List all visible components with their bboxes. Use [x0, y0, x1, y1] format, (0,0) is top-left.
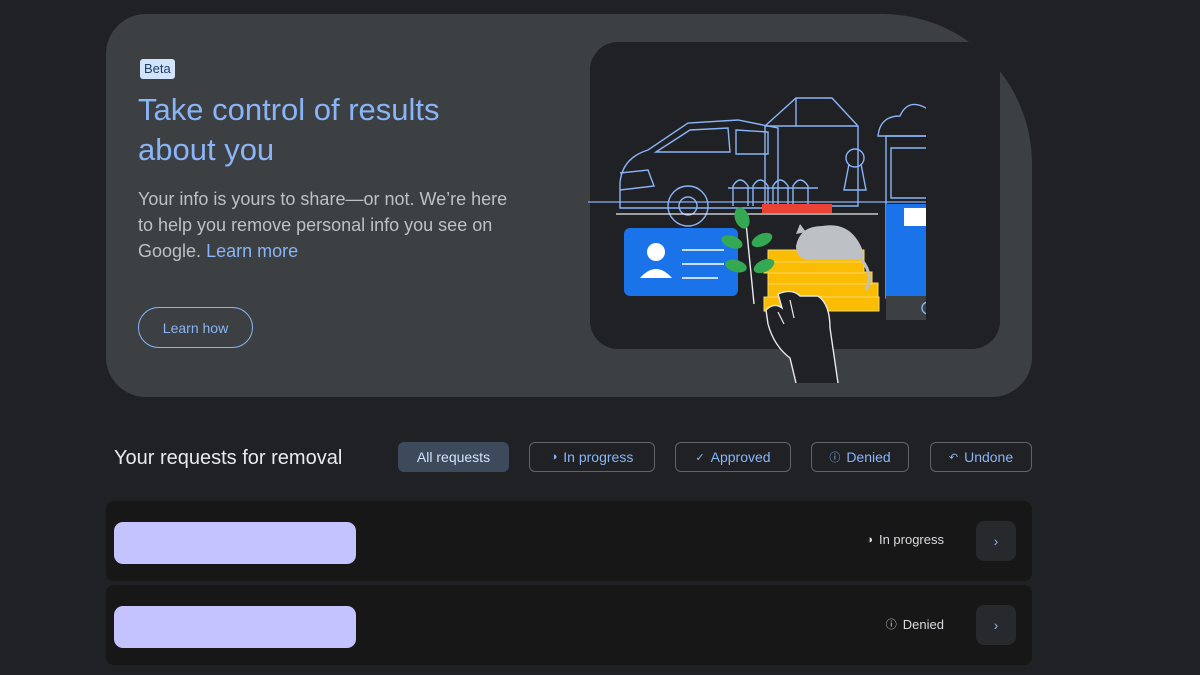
- redacted-url: [114, 522, 356, 564]
- request-row[interactable]: ◑ In progress ›: [106, 501, 1032, 581]
- status-badge: ⓘ Denied: [886, 616, 944, 632]
- learn-how-button[interactable]: Learn how: [138, 307, 253, 348]
- open-request-button[interactable]: ›: [976, 521, 1016, 561]
- filter-label: Denied: [846, 449, 891, 465]
- learn-more-link[interactable]: Learn more: [206, 241, 298, 261]
- check-icon: ✓: [695, 451, 705, 464]
- request-row[interactable]: ⓘ Denied ›: [106, 585, 1032, 665]
- beta-badge: Beta: [140, 59, 175, 79]
- filter-denied[interactable]: ⓘ Denied: [811, 442, 909, 472]
- denied-icon: ⓘ: [885, 619, 897, 631]
- hero-title: Take control of results about you: [138, 92, 440, 167]
- filter-label: All requests: [416, 449, 491, 465]
- in-progress-icon: ◑: [866, 533, 873, 546]
- status-label: Denied: [902, 616, 944, 632]
- hero-description: Your info is yours to share—or not. We’r…: [138, 186, 518, 264]
- status-label: In progress: [878, 532, 944, 547]
- filter-approved[interactable]: ✓ Approved: [675, 442, 791, 472]
- redacted-url: [114, 606, 356, 648]
- filter-all-requests[interactable]: All requests: [398, 442, 509, 472]
- in-progress-icon: ◑: [550, 451, 558, 463]
- status-badge: ◑ In progress: [866, 532, 944, 547]
- filter-label: In progress: [563, 449, 634, 465]
- filter-label: Undone: [964, 449, 1014, 465]
- open-request-button[interactable]: ›: [976, 605, 1016, 645]
- filter-undone[interactable]: ↶ Undone: [930, 442, 1032, 472]
- hero-description-text: Your info is yours to share—or not. We’r…: [138, 189, 508, 261]
- filter-in-progress[interactable]: ◑ In progress: [529, 442, 655, 472]
- chevron-right-icon: ›: [993, 533, 999, 549]
- red-strip: [762, 204, 832, 213]
- undo-icon: ↶: [948, 451, 959, 464]
- filter-label: Approved: [710, 449, 771, 465]
- requests-section-title: Your requests for removal: [114, 447, 343, 469]
- id-card-icon: [624, 228, 738, 296]
- denied-icon: ⓘ: [829, 452, 841, 464]
- chevron-right-icon: ›: [993, 617, 999, 633]
- privacy-illustration: [588, 97, 926, 383]
